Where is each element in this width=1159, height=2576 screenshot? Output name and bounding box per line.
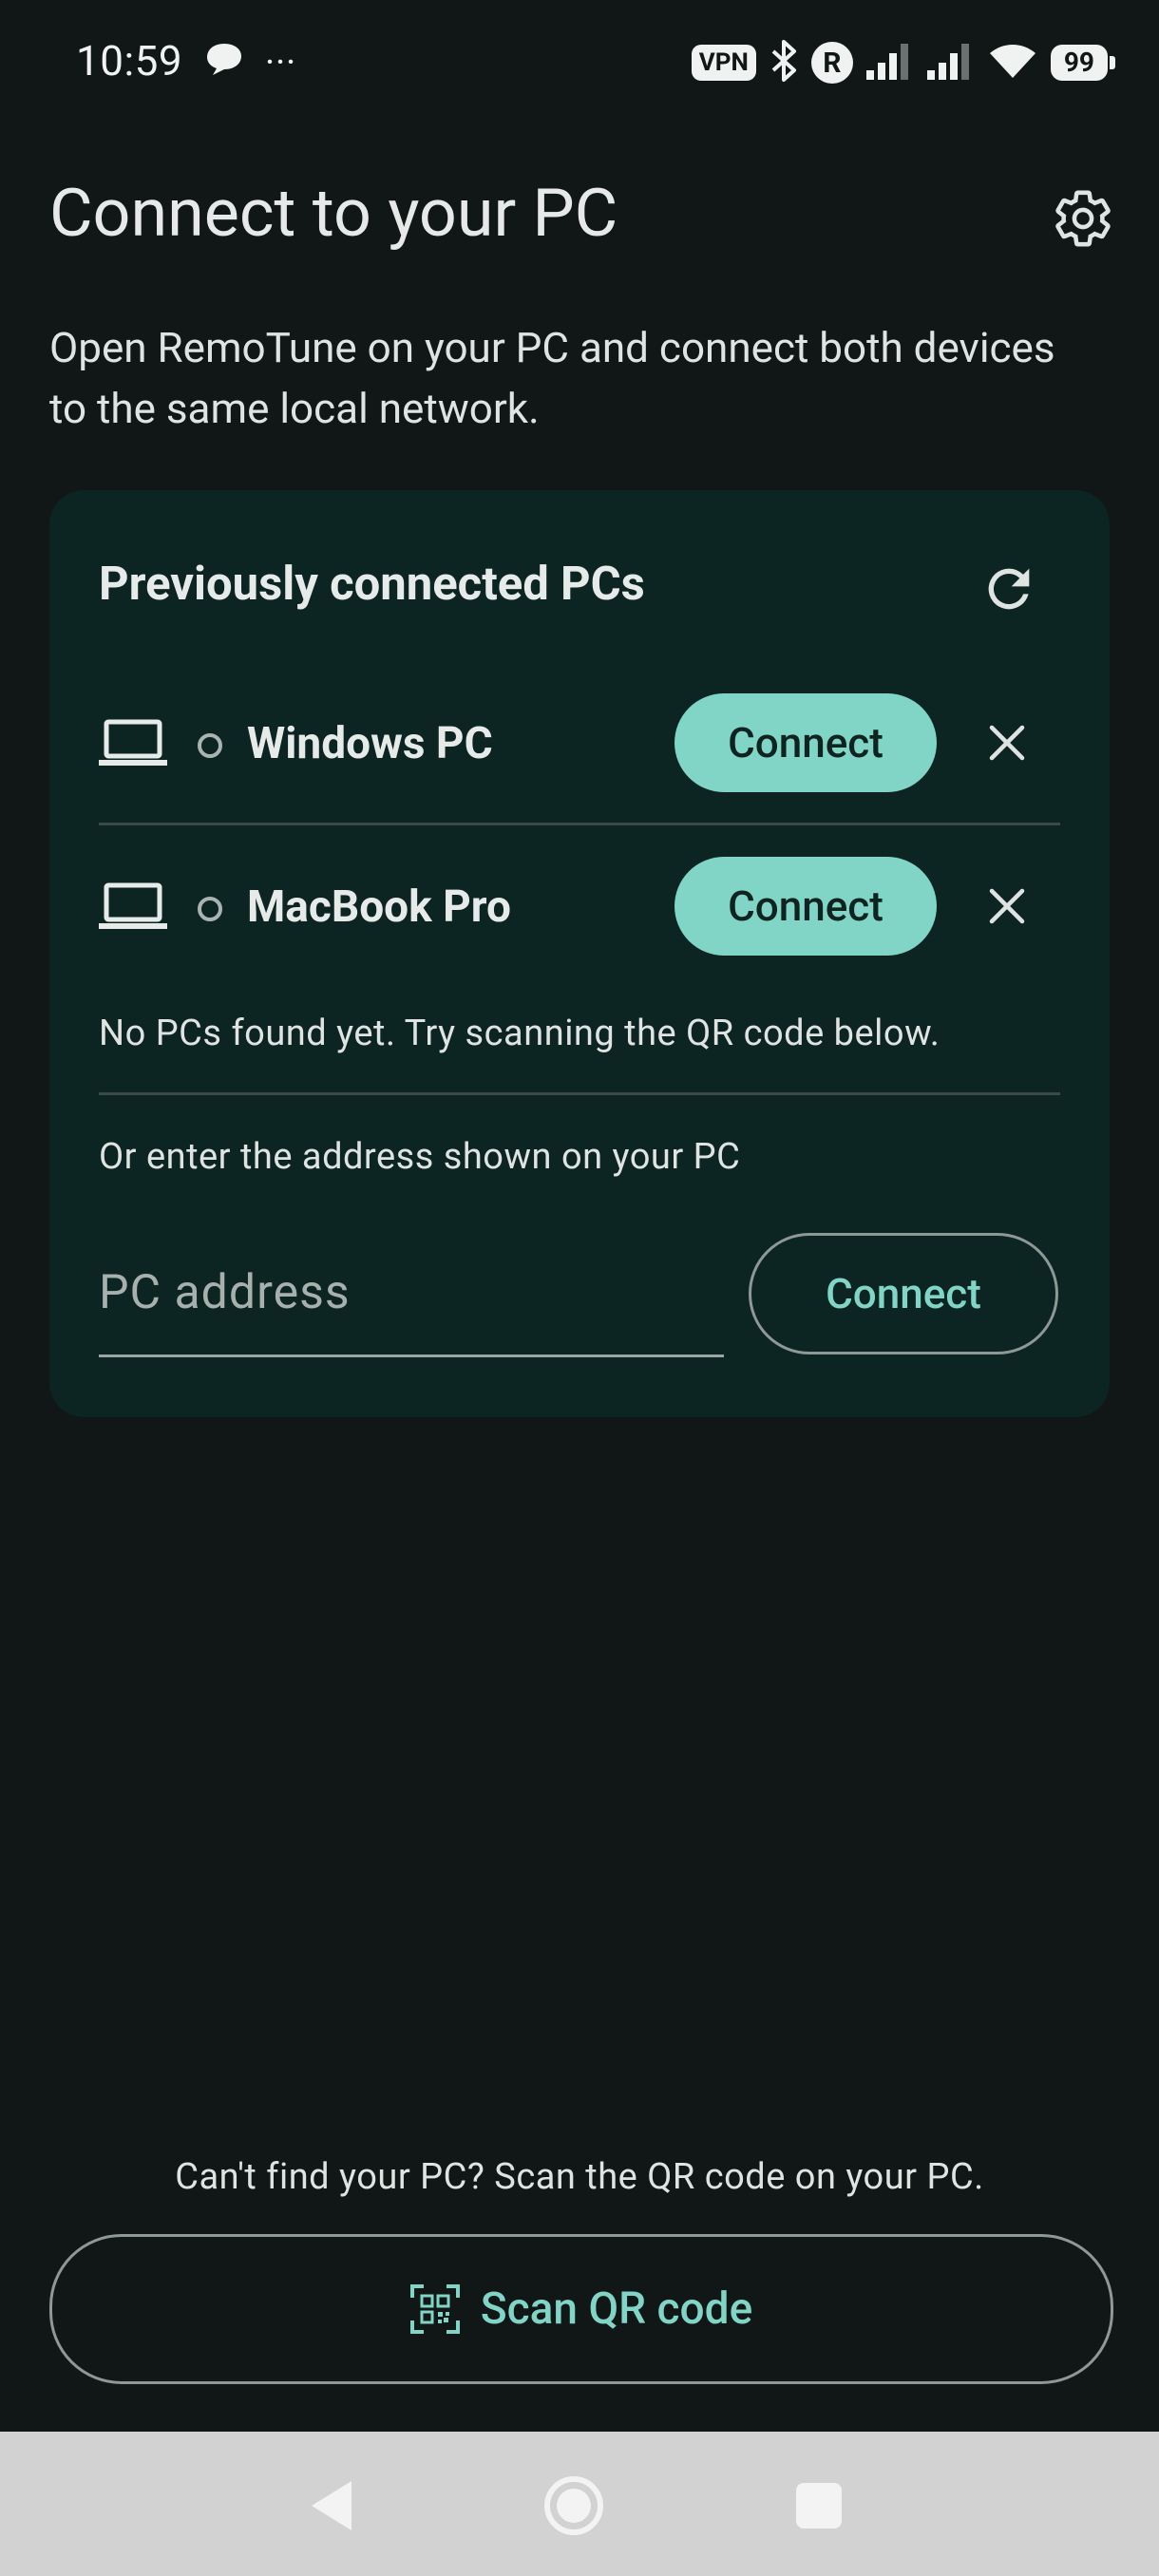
connect-button[interactable]: Connect [674,857,937,956]
connect-button[interactable]: Connect [674,693,937,792]
refresh-icon [988,568,1030,610]
close-icon [989,888,1025,924]
pc-name: Windows PC [247,718,493,769]
page-title: Connect to your PC [49,175,618,253]
overflow-indicator: ··· [264,40,296,85]
chat-bubble-icon [203,39,245,88]
signal-icon-sim1 [864,40,914,85]
refresh-button[interactable] [973,553,1045,625]
scan-hint: Can't find your PC? Scan the QR code on … [175,2156,984,2198]
card-title: Previously connected PCs [99,557,645,611]
remove-pc-button[interactable] [971,707,1043,779]
clock: 10:59 [76,36,183,85]
signal-icon-sim2 [925,40,975,85]
nav-back-button[interactable] [298,2473,363,2538]
empty-message: No PCs found yet. Try scanning the QR co… [99,1013,940,1054]
status-bar: 10:59 ··· VPN R 99 [0,0,1159,127]
divider [99,1092,1060,1095]
nav-home-button[interactable] [542,2473,606,2538]
close-icon [989,725,1025,761]
system-nav-bar [0,2432,1159,2576]
vpn-badge: VPN [691,45,756,81]
battery-indicator: 99 [1050,45,1116,81]
recents-square-icon [796,2483,842,2529]
wifi-icon [986,40,1039,85]
remove-pc-button[interactable] [971,870,1043,942]
previous-pcs-card: Previously connected PCs Windows PC Conn… [49,490,1110,1417]
status-icons: VPN R 99 [691,36,1116,89]
home-circle-icon [544,2476,603,2535]
gear-icon [1055,190,1111,247]
settings-button[interactable] [1047,182,1119,255]
divider [99,823,1060,825]
bluetooth-icon [768,38,800,87]
pc-row: MacBook Pro Connect [49,857,1110,961]
qr-scan-icon [409,2284,460,2334]
status-indicator [198,733,222,758]
pc-row: Windows PC Connect [49,693,1110,798]
nav-recents-button[interactable] [787,2473,851,2538]
pc-name: MacBook Pro [247,881,511,933]
status-time: 10:59 ··· [76,36,296,88]
subtitle: Open RemoTune on your PC and connect bot… [49,323,1055,433]
pc-address-input[interactable] [99,1231,724,1357]
back-triangle-icon [312,2481,352,2530]
laptop-icon [99,719,167,766]
status-indicator [198,897,222,921]
scan-qr-button[interactable]: Scan QR code [49,2234,1113,2384]
manual-connect-button[interactable]: Connect [749,1233,1058,1354]
r-badge: R [810,42,853,84]
manual-address-label: Or enter the address shown on your PC [99,1136,741,1178]
laptop-icon [99,882,167,929]
scan-qr-label: Scan QR code [480,2283,753,2335]
